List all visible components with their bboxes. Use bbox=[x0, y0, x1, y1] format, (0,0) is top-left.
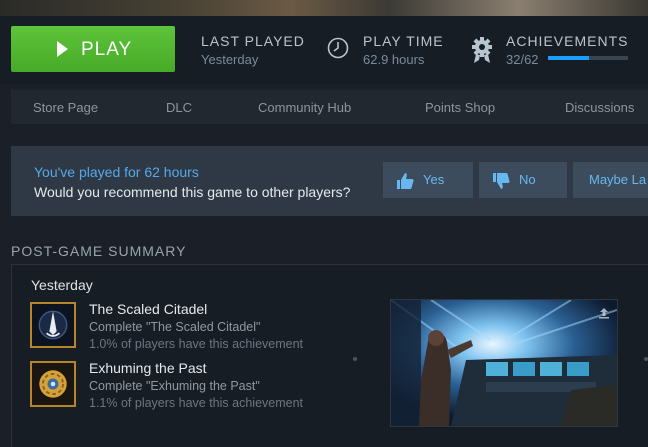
play-icon bbox=[57, 41, 68, 57]
last-played-stat: LAST PLAYED Yesterday bbox=[201, 33, 305, 67]
achievement-rarity: 1.1% of players have this achievement bbox=[89, 396, 304, 410]
post-game-summary-panel: Yesterday The Scaled Citadel Complete "T… bbox=[11, 264, 648, 447]
achievement-ribbon-icon bbox=[472, 37, 492, 63]
play-time-label: PLAY TIME bbox=[363, 33, 444, 49]
recommend-yes-button[interactable]: Yes bbox=[383, 162, 473, 198]
achievements-label: ACHIEVEMENTS bbox=[506, 33, 629, 49]
upload-icon[interactable] bbox=[597, 306, 611, 320]
recommend-maybe-label: Maybe La bbox=[589, 172, 647, 187]
recommend-yes-label: Yes bbox=[423, 172, 445, 187]
achievement-description: Complete "Exhuming the Past" bbox=[89, 379, 260, 393]
separator-dot bbox=[644, 357, 648, 361]
play-button[interactable]: PLAY bbox=[11, 26, 175, 72]
nav-store-page[interactable]: Store Page bbox=[33, 100, 98, 115]
recommend-no-button[interactable]: No bbox=[479, 162, 567, 198]
last-played-value: Yesterday bbox=[201, 52, 259, 67]
exhuming-the-past-achievement-icon bbox=[30, 361, 76, 407]
game-screenshot[interactable] bbox=[390, 299, 618, 427]
achievement-name: The Scaled Citadel bbox=[89, 301, 208, 317]
game-subnav: Store Page DLC Community Hub Points Shop… bbox=[11, 90, 648, 124]
achievement-description: Complete "The Scaled Citadel" bbox=[89, 320, 261, 334]
thumbs-up-icon bbox=[397, 173, 414, 189]
play-time-value: 62.9 hours bbox=[363, 52, 425, 67]
recommendation-panel: You've played for 62 hours Would you rec… bbox=[11, 146, 648, 216]
achievements-progress-fill bbox=[548, 56, 590, 60]
thumbs-down-icon bbox=[493, 173, 510, 189]
game-hero-banner bbox=[0, 0, 648, 16]
hours-played-text: You've played for 62 hours bbox=[34, 164, 199, 180]
separator-dot bbox=[353, 357, 357, 361]
recommend-maybe-button[interactable]: Maybe La bbox=[573, 162, 648, 198]
nav-dlc[interactable]: DLC bbox=[166, 100, 192, 115]
achievements-progress-bar bbox=[548, 56, 628, 60]
recommend-question: Would you recommend this game to other p… bbox=[34, 184, 351, 200]
post-game-summary-title: POST-GAME SUMMARY bbox=[11, 243, 187, 259]
nav-community-hub[interactable]: Community Hub bbox=[258, 100, 351, 115]
nav-points-shop[interactable]: Points Shop bbox=[425, 100, 495, 115]
achievement-name: Exhuming the Past bbox=[89, 360, 207, 376]
scaled-citadel-achievement-icon bbox=[30, 302, 76, 348]
last-played-label: LAST PLAYED bbox=[201, 33, 305, 49]
screenshot-image bbox=[391, 300, 617, 426]
achievement-rarity: 1.0% of players have this achievement bbox=[89, 337, 304, 351]
clock-icon bbox=[327, 37, 349, 59]
nav-discussions[interactable]: Discussions bbox=[565, 100, 634, 115]
achievements-stat[interactable]: ACHIEVEMENTS 32/62 bbox=[506, 33, 628, 67]
play-label: PLAY bbox=[81, 39, 133, 60]
summary-day: Yesterday bbox=[31, 277, 93, 293]
recommend-no-label: No bbox=[519, 172, 536, 187]
play-time-stat: PLAY TIME 62.9 hours bbox=[363, 33, 444, 67]
